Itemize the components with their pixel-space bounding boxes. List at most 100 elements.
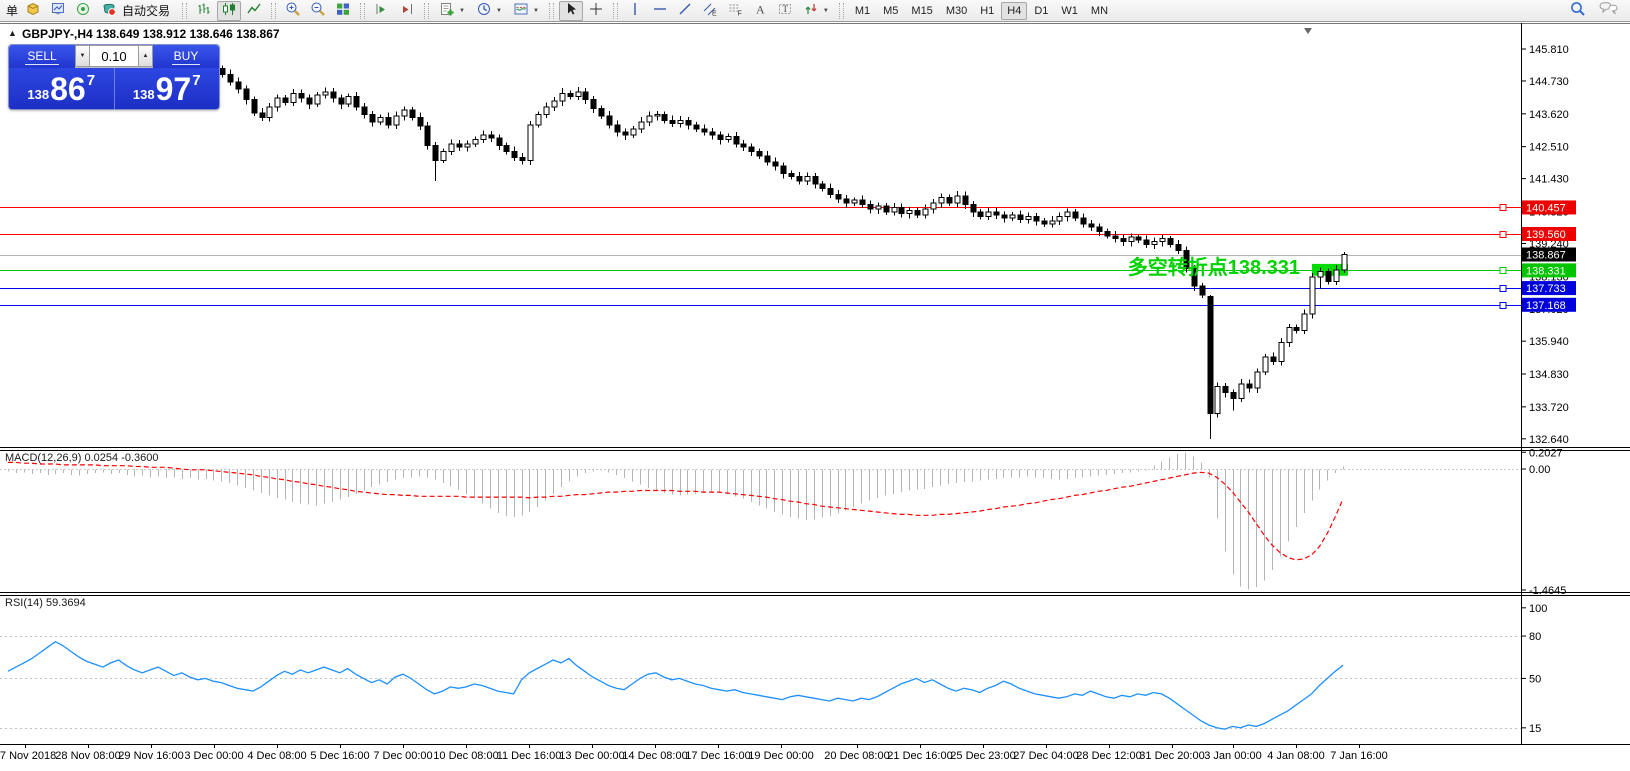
tile-windows-button[interactable] <box>331 1 355 21</box>
candle-bear <box>710 132 715 135</box>
timeframe-m5[interactable]: M5 <box>877 2 904 20</box>
candle-bear <box>599 108 604 115</box>
chart-shift-button[interactable] <box>395 1 419 21</box>
chart-canvas[interactable]: 145.810144.730143.620142.510141.430140.3… <box>0 0 1630 771</box>
candle-bear <box>260 113 265 117</box>
price-line-marker[interactable] <box>1500 303 1506 309</box>
sell-button[interactable]: SELL <box>9 45 75 68</box>
candle-bear <box>583 92 588 99</box>
autotrading-button[interactable]: 自动交易 <box>96 1 177 21</box>
order-menu-label[interactable]: 单 <box>4 2 20 19</box>
price-line-marker[interactable] <box>1500 205 1506 211</box>
crosshair-button[interactable] <box>584 1 608 21</box>
rsi-axis-label: 100 <box>1529 603 1547 615</box>
time-tick-label: 28 Nov 08:00 <box>55 750 120 762</box>
zoom-in-button[interactable] <box>281 1 305 21</box>
price-label-137.168: 137.168 <box>1522 298 1576 312</box>
time-tick-label: 10 Dec 08:00 <box>433 750 498 762</box>
timeframe-h1[interactable]: H1 <box>974 2 1000 20</box>
candle-bear <box>607 116 612 125</box>
timeframe-mn[interactable]: MN <box>1085 2 1114 20</box>
volume-decrease-button[interactable]: ▼ <box>75 45 90 67</box>
chat-button[interactable] <box>1596 1 1620 21</box>
chat-icon <box>1598 1 1618 20</box>
toolbar-grip <box>839 3 844 19</box>
bar-chart-button[interactable] <box>192 1 216 21</box>
candle-bear <box>1247 384 1252 388</box>
candle-bear <box>1223 387 1228 393</box>
new-order-button[interactable] <box>21 1 45 21</box>
price-line-marker[interactable] <box>1500 232 1506 238</box>
chevron-down-icon: ▼ <box>80 53 86 59</box>
market-watch-button[interactable] <box>46 1 70 21</box>
templates-button[interactable]: ▼ <box>508 1 544 21</box>
volume-input[interactable]: 0.10 <box>90 45 138 67</box>
price-line-marker[interactable] <box>1500 286 1506 292</box>
candle-bull <box>678 120 683 123</box>
time-tick-label: 3 Jan 00:00 <box>1204 750 1262 762</box>
collapse-icon[interactable]: ▲ <box>8 28 17 38</box>
chart-shift-icon <box>399 1 415 20</box>
candle-bull <box>955 196 960 203</box>
buy-button-label: BUY <box>172 49 201 65</box>
buy-price[interactable]: 138 97 7 <box>115 68 220 109</box>
trendline-button[interactable] <box>673 1 697 21</box>
channel-button[interactable]: E <box>698 1 722 21</box>
candle-bear <box>1034 217 1039 221</box>
candle-bull <box>1026 217 1031 220</box>
text-label-button[interactable]: T <box>773 1 797 21</box>
time-tick-label: 5 Dec 16:00 <box>310 750 369 762</box>
chart-annotation-text[interactable]: 多空转折点138.331 <box>1000 251 1300 280</box>
timeframe-m15[interactable]: M15 <box>905 2 938 20</box>
buy-button[interactable]: BUY <box>153 45 219 68</box>
candle-bear <box>331 92 336 98</box>
svg-text:F: F <box>737 11 741 18</box>
auto-scroll-button[interactable] <box>370 1 394 21</box>
line-chart-button[interactable] <box>242 1 266 21</box>
time-tick-label: 3 Dec 00:00 <box>184 750 243 762</box>
volume-increase-button[interactable]: ▲ <box>138 45 153 67</box>
search-button[interactable] <box>1566 1 1590 21</box>
cursor-button[interactable] <box>559 1 583 21</box>
buy-price-main: 97 <box>156 73 192 105</box>
autotrading-icon <box>101 1 117 20</box>
candle-bear <box>1089 224 1094 227</box>
chart-title: GBPJPY-,H4 138.649 138.912 138.646 138.8… <box>22 27 280 41</box>
periods-button[interactable]: ▼ <box>471 1 507 21</box>
timeframe-d1[interactable]: D1 <box>1028 2 1054 20</box>
chart-shift-marker[interactable] <box>1304 28 1312 34</box>
price-label-138.331: 138.331 <box>1522 263 1576 277</box>
candle-bear <box>813 177 818 184</box>
sell-price[interactable]: 138 86 7 <box>9 68 114 109</box>
candle-bear <box>497 138 502 145</box>
arrows-button[interactable]: ▼ <box>798 1 834 21</box>
price-line-marker[interactable] <box>1500 268 1506 274</box>
fibonacci-button[interactable]: F <box>723 1 747 21</box>
candle-bear <box>844 199 849 203</box>
svg-text:140.457: 140.457 <box>1526 202 1566 214</box>
price-label-140.457: 140.457 <box>1522 200 1576 214</box>
horizontal-line-button[interactable] <box>648 1 672 21</box>
svg-text:139.560: 139.560 <box>1526 229 1566 241</box>
timeframe-w1[interactable]: W1 <box>1055 2 1084 20</box>
text-button[interactable]: A <box>748 1 772 21</box>
candlestick-chart-button[interactable] <box>217 1 241 21</box>
price-tick-label: 134.830 <box>1529 369 1569 381</box>
new-chart-button[interactable]: ▼ <box>434 1 470 21</box>
timeframe-m1[interactable]: M1 <box>849 2 876 20</box>
signals-button[interactable] <box>71 1 95 21</box>
candle-bear <box>971 205 976 212</box>
clock-icon <box>476 1 492 20</box>
timeframe-m30[interactable]: M30 <box>940 2 973 20</box>
candle-bear <box>220 69 225 75</box>
zoom-out-button[interactable] <box>306 1 330 21</box>
macd-pane <box>0 452 1521 589</box>
macd-indicator-label: MACD(12,26,9) 0.0254 -0.3600 <box>5 452 158 464</box>
candle-bull <box>275 98 280 107</box>
timeframe-h4[interactable]: H4 <box>1001 2 1027 20</box>
vertical-line-button[interactable] <box>623 1 647 21</box>
candle-bear <box>362 107 367 114</box>
candle-bull <box>465 144 470 147</box>
candle-bull <box>1263 357 1268 372</box>
main-toolbar: 单 自动交易 ▼ ▼ <box>0 0 1630 22</box>
